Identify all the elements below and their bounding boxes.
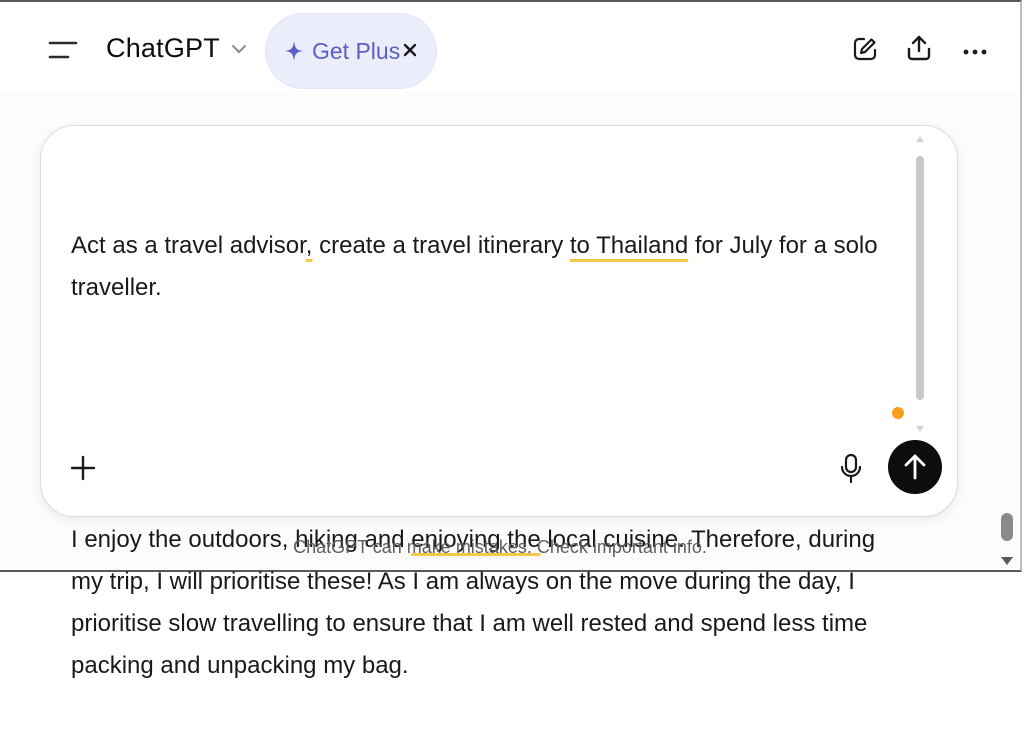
more-icon[interactable] [962, 44, 988, 55]
composer-scrollbar[interactable] [916, 156, 924, 400]
share-icon[interactable] [906, 34, 932, 62]
status-dot [892, 407, 904, 419]
spellcheck-mark: to Thailand [569, 232, 689, 259]
scroll-down-arrow-icon[interactable] [915, 420, 925, 432]
page-scrollbar[interactable] [1001, 513, 1013, 541]
arrow-up-icon [904, 454, 926, 480]
send-button[interactable] [888, 440, 942, 494]
sparkle-icon [284, 40, 304, 62]
prompt-paragraph-spacer [71, 393, 903, 435]
chevron-down-icon[interactable] [230, 42, 248, 56]
close-icon[interactable] [402, 42, 418, 58]
prompt-text-segment: create a travel itinerary [312, 232, 570, 259]
prompt-input[interactable]: Act as a travel advisor, create a travel… [71, 141, 903, 729]
prompt-paragraph: Act as a travel advisor, create a travel… [71, 225, 903, 309]
scroll-down-arrow-icon[interactable] [1000, 553, 1014, 565]
edit-icon[interactable] [852, 36, 878, 62]
microphone-icon[interactable] [840, 453, 862, 485]
disclaimer-text: ChatGPT can make mistakes. Check importa… [293, 537, 707, 557]
plus-icon[interactable] [70, 455, 96, 481]
prompt-text-segment: Act as a travel advisor [71, 232, 306, 259]
menu-icon[interactable] [48, 38, 78, 62]
get-plus-label[interactable]: Get Plus [312, 38, 400, 65]
scroll-up-arrow-icon[interactable] [915, 130, 925, 142]
model-selector-label[interactable]: ChatGPT [106, 33, 220, 64]
